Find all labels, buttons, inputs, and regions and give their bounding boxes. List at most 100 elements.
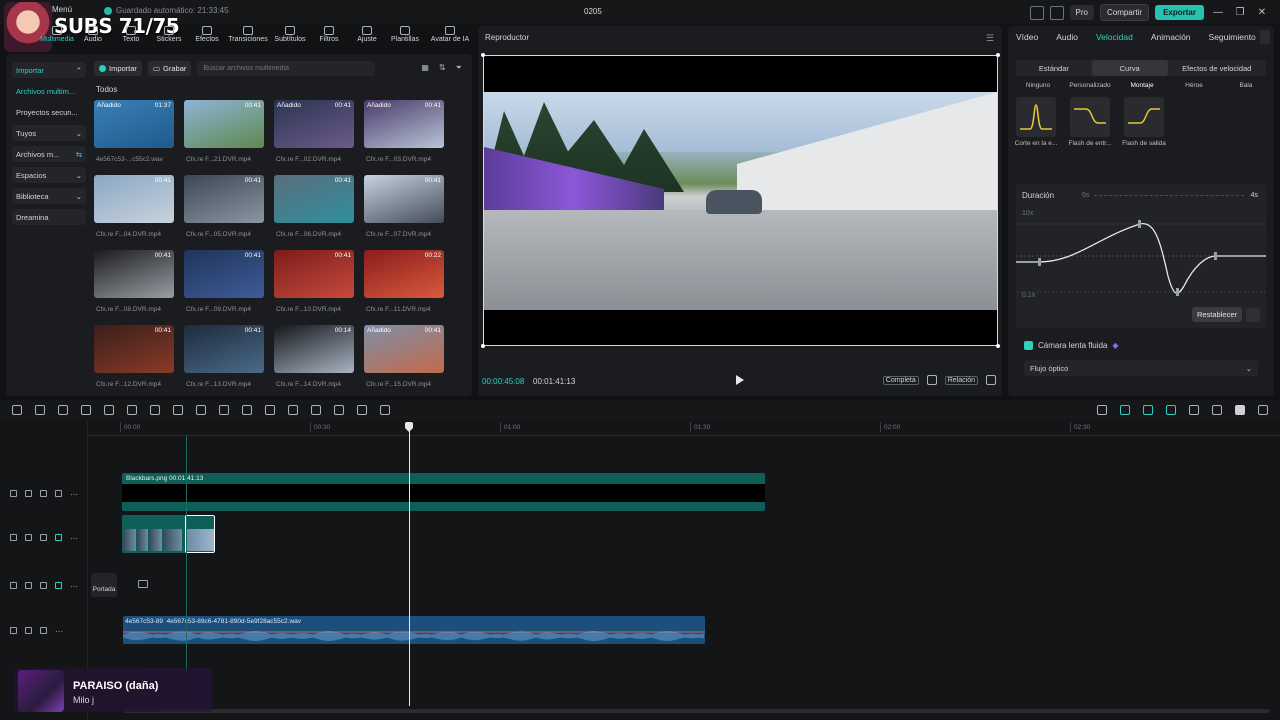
close-icon[interactable]: ✕	[1254, 7, 1270, 18]
media-item[interactable]: Añadido 00:41 Cfx.re F...02.DVR.mp4	[274, 100, 354, 175]
tab-property[interactable]: Vídeo	[1016, 32, 1038, 42]
media-thumbnail[interactable]: 00:41	[274, 250, 354, 298]
speaker-icon[interactable]	[55, 534, 62, 541]
media-item[interactable]: 00:41 Cfx.re F...10.DVR.mp4	[274, 250, 354, 325]
link-icon[interactable]	[1120, 405, 1130, 415]
lock-icon[interactable]	[25, 534, 32, 541]
media-item[interactable]: 00:41 Cfx.re F...09.DVR.mp4	[184, 250, 264, 325]
preset-montage[interactable]: Montaje	[1117, 82, 1167, 89]
tab-category[interactable]: Multimedia	[40, 26, 74, 50]
mirror-icon[interactable]	[265, 405, 275, 415]
search-input[interactable]	[197, 60, 376, 76]
microphone-icon[interactable]	[1097, 405, 1107, 415]
fullscreen-icon[interactable]	[986, 375, 996, 385]
media-thumbnail[interactable]: 00:41	[94, 250, 174, 298]
record-button[interactable]: ▭ Grabar	[147, 60, 192, 76]
media-item[interactable]: 00:41 Cfx.re F...05.DVR.mp4	[184, 175, 264, 250]
smooth-slowmo-toggle[interactable]: Cámara lenta fluida ◆	[1024, 341, 1119, 350]
media-item[interactable]: 00:41 Cfx.re F...21.DVR.mp4	[184, 100, 264, 175]
tab-category[interactable]: Stickers	[150, 26, 188, 50]
eye-icon[interactable]	[40, 582, 47, 589]
eye-icon[interactable]	[40, 534, 47, 541]
crop-icon[interactable]	[196, 405, 206, 415]
tab-category[interactable]: Plantillas	[386, 26, 424, 50]
shield-icon[interactable]	[173, 405, 183, 415]
media-thumbnail[interactable]: 00:41	[184, 100, 264, 148]
optical-flow-select[interactable]: Flujo óptico ⌄	[1024, 360, 1258, 376]
media-thumbnail[interactable]: 00:41	[94, 175, 174, 223]
media-thumbnail[interactable]: Añadido 00:41	[364, 325, 444, 373]
more-icon[interactable]: ⋯	[70, 490, 78, 499]
caption-icon[interactable]	[334, 405, 344, 415]
media-item[interactable]: 00:41 Cfx.re F...08.DVR.mp4	[94, 250, 174, 325]
cutout-icon[interactable]	[288, 405, 298, 415]
media-item[interactable]: 00:41 Cfx.re F...12.DVR.mp4	[94, 325, 174, 400]
tab-category[interactable]: Texto	[112, 26, 150, 50]
tab-category[interactable]: Avatar de IA	[424, 26, 476, 50]
tab-category[interactable]: Subtítulos	[270, 26, 310, 50]
chevron-right-icon[interactable]	[1260, 30, 1270, 44]
magic-icon[interactable]	[311, 405, 321, 415]
shortcuts-icon[interactable]	[1049, 5, 1064, 20]
lock-icon[interactable]	[25, 582, 32, 589]
media-item[interactable]: 00:41 Cfx.re F...06.DVR.mp4	[274, 175, 354, 250]
more-icon[interactable]	[1246, 308, 1260, 322]
preview-axis-icon[interactable]	[1189, 405, 1199, 415]
resize-handle[interactable]	[481, 344, 485, 348]
media-item[interactable]: 00:41 Cfx.re F...07.DVR.mp4	[364, 175, 444, 250]
speed-curve[interactable]	[1016, 206, 1266, 306]
aspect-ratio-button[interactable]: Relación	[944, 375, 978, 385]
menu-button[interactable]: Menú	[52, 5, 72, 14]
video-preview[interactable]	[481, 53, 1000, 348]
media-item[interactable]: Añadido 01:37 4e567c53-...c55c2.wav	[94, 100, 174, 175]
preset-hero[interactable]: Héroe	[1169, 82, 1219, 89]
tab-category[interactable]: Transiciones	[226, 26, 270, 50]
sidebar-item-media-files[interactable]: Archivos multim...	[12, 83, 86, 99]
playhead[interactable]	[409, 422, 410, 706]
sidebar-item-dreamina[interactable]: Dreamina	[12, 209, 86, 225]
preset-jump-cut[interactable]: Corte en la e...	[1014, 97, 1058, 147]
resize-handle[interactable]	[996, 344, 1000, 348]
media-thumbnail[interactable]: 00:41	[274, 175, 354, 223]
media-item[interactable]: 00:41 Cfx.re F...13.DVR.mp4	[184, 325, 264, 400]
checkbox-icon[interactable]	[1024, 341, 1033, 350]
frame-icon[interactable]	[10, 534, 17, 541]
tab-property[interactable]: Seguimiento	[1209, 32, 1256, 42]
tab-category[interactable]: Ajuste	[348, 26, 386, 50]
tab-standard[interactable]: Estándar	[1016, 60, 1092, 76]
freeze-icon[interactable]	[242, 405, 252, 415]
redo-icon[interactable]	[58, 405, 68, 415]
tab-curve[interactable]: Curva	[1091, 60, 1168, 76]
audio-clip[interactable]: 4e567c53-89 4e567c53-89c6-4781-890d-5e9f…	[123, 616, 705, 644]
tab-category[interactable]: Filtros	[310, 26, 348, 50]
speaker-icon[interactable]	[40, 627, 47, 634]
sidebar-item-import[interactable]: Importar ⌃	[12, 62, 86, 78]
full-quality-button[interactable]: Completa	[882, 375, 919, 385]
preset-custom[interactable]: Personalizado	[1065, 82, 1115, 89]
media-thumbnail[interactable]: 00:41	[184, 250, 264, 298]
speaker-icon[interactable]	[55, 582, 62, 589]
minimize-icon[interactable]: —	[1210, 7, 1226, 18]
media-item[interactable]: Añadido 00:41 Cfx.re F...03.DVR.mp4	[364, 100, 444, 175]
split-right-icon[interactable]	[127, 405, 137, 415]
export-frame-icon[interactable]	[357, 405, 367, 415]
more-icon[interactable]: ⋯	[70, 534, 78, 543]
frame-icon[interactable]	[10, 490, 17, 497]
split-left-icon[interactable]	[104, 405, 114, 415]
filter-icon[interactable]: ⏷	[456, 63, 462, 73]
preset-flash-in[interactable]: Flash de entr...	[1068, 97, 1112, 147]
media-thumbnail[interactable]: Añadido 00:41	[364, 100, 444, 148]
audio-track-icon[interactable]	[10, 627, 17, 634]
tab-property[interactable]: Audio	[1056, 32, 1078, 42]
zoom-in-icon[interactable]	[1258, 405, 1268, 415]
time-ruler[interactable]: 00:00 00:30 01:00 01:30 02:00 02:30	[88, 420, 1280, 436]
frame-icon[interactable]	[10, 582, 17, 589]
duration-slider[interactable]	[1094, 195, 1244, 196]
export-button[interactable]: Exportar	[1155, 5, 1204, 20]
resize-handle[interactable]	[481, 53, 485, 57]
speaker-icon[interactable]	[55, 490, 62, 497]
share-button[interactable]: Compartir	[1099, 4, 1150, 21]
pro-button[interactable]: Pro	[1069, 5, 1094, 20]
tab-category[interactable]: Audio	[74, 26, 112, 50]
sidebar-item-spaces[interactable]: Espacios ⌄	[12, 167, 86, 183]
